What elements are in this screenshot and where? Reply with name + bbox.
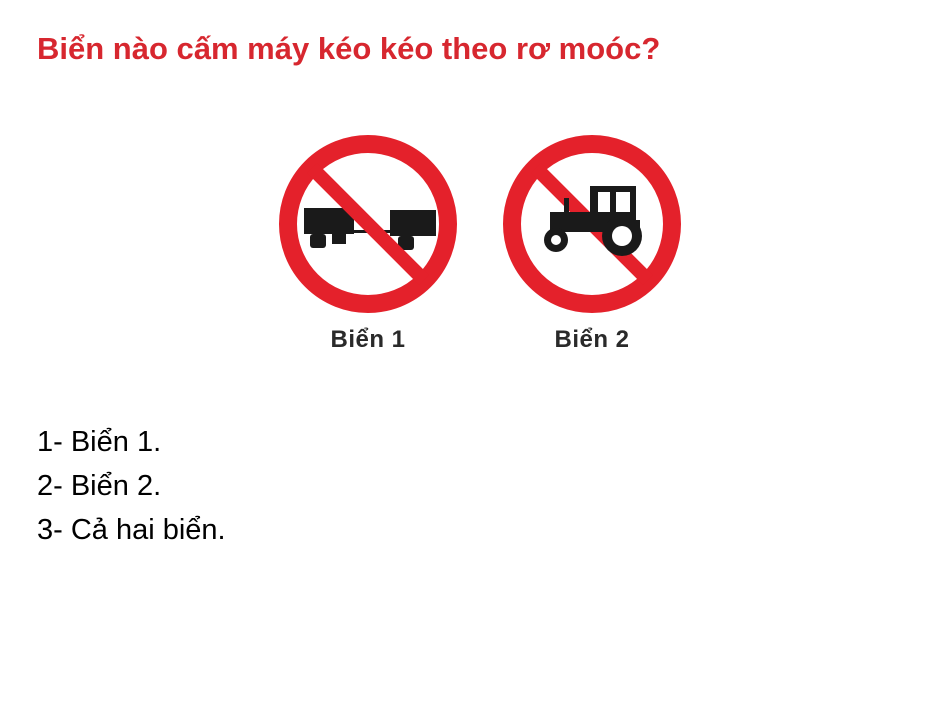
sign-1-caption: Biển 1 [330, 326, 406, 353]
answer-option-1[interactable]: 1- Biển 1. [37, 420, 226, 464]
sign-2-caption: Biển 2 [554, 326, 630, 353]
answer-list: 1- Biển 1. 2- Biển 2. 3- Cả hai biển. [37, 420, 226, 552]
question-title: Biển nào cấm máy kéo kéo theo rơ moóc? [37, 31, 661, 66]
answer-option-3[interactable]: 3- Cả hai biển. [37, 508, 226, 552]
sign-1: Biển 1 [270, 128, 470, 368]
tractor-icon [503, 135, 681, 313]
sign-images: Biển 1 Biển 2 [270, 128, 690, 368]
sign-2: Biển 2 [494, 128, 694, 368]
tractor-trailer-icon [279, 135, 457, 313]
answer-option-2[interactable]: 2- Biển 2. [37, 464, 226, 508]
